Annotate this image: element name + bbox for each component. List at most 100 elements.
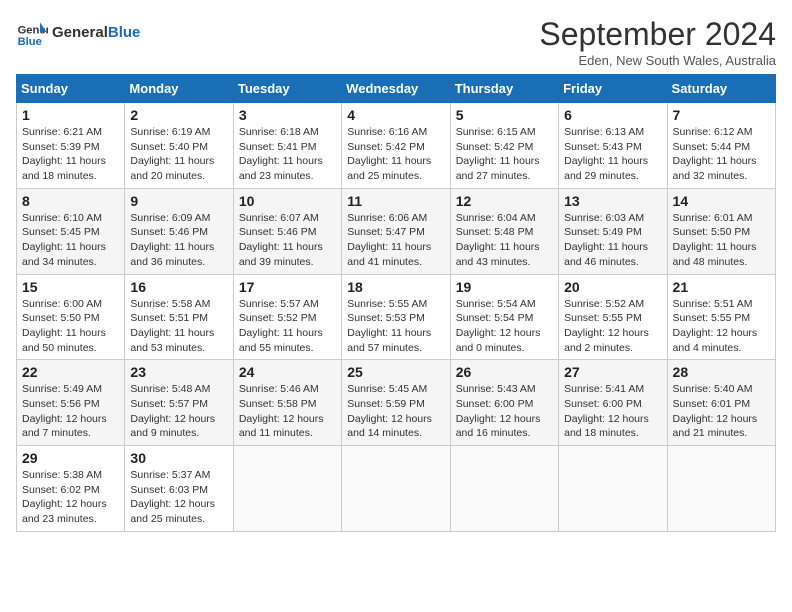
day-number: 3 [239,107,336,123]
sunset-label: Sunset: 5:41 PM [239,141,317,153]
weekday-header-saturday: Saturday [667,75,775,103]
sunset-label: Sunset: 5:46 PM [130,226,208,238]
day-info: Sunrise: 6:04 AM Sunset: 5:48 PM Dayligh… [456,211,553,270]
sunset-label: Sunset: 5:43 PM [564,141,642,153]
day-info: Sunrise: 6:00 AM Sunset: 5:50 PM Dayligh… [22,297,119,356]
sunset-label: Sunset: 5:50 PM [22,312,100,324]
day-number: 9 [130,193,227,209]
sunrise-label: Sunrise: 6:00 AM [22,298,102,310]
sunrise-label: Sunrise: 5:51 AM [673,298,753,310]
sunrise-label: Sunrise: 5:52 AM [564,298,644,310]
calendar-cell: 2 Sunrise: 6:19 AM Sunset: 5:40 PM Dayli… [125,103,233,189]
daylight-label: Daylight: 11 hours and 48 minutes. [673,241,757,268]
sunrise-label: Sunrise: 6:13 AM [564,126,644,138]
calendar-week-1: 1 Sunrise: 6:21 AM Sunset: 5:39 PM Dayli… [17,103,776,189]
calendar-cell: 17 Sunrise: 5:57 AM Sunset: 5:52 PM Dayl… [233,274,341,360]
daylight-label: Daylight: 12 hours and 11 minutes. [239,413,324,440]
day-number: 28 [673,364,770,380]
calendar-cell: 29 Sunrise: 5:38 AM Sunset: 6:02 PM Dayl… [17,446,125,532]
sunrise-label: Sunrise: 5:41 AM [564,383,644,395]
day-info: Sunrise: 5:37 AM Sunset: 6:03 PM Dayligh… [130,468,227,527]
sunset-label: Sunset: 5:46 PM [239,226,317,238]
daylight-label: Daylight: 11 hours and 18 minutes. [22,155,106,182]
day-number: 8 [22,193,119,209]
day-info: Sunrise: 6:15 AM Sunset: 5:42 PM Dayligh… [456,125,553,184]
calendar-cell: 16 Sunrise: 5:58 AM Sunset: 5:51 PM Dayl… [125,274,233,360]
sunset-label: Sunset: 5:56 PM [22,398,100,410]
weekday-header-wednesday: Wednesday [342,75,450,103]
day-info: Sunrise: 6:12 AM Sunset: 5:44 PM Dayligh… [673,125,770,184]
calendar-header: SundayMondayTuesdayWednesdayThursdayFrid… [17,75,776,103]
daylight-label: Daylight: 12 hours and 14 minutes. [347,413,432,440]
calendar-week-5: 29 Sunrise: 5:38 AM Sunset: 6:02 PM Dayl… [17,446,776,532]
calendar-cell: 20 Sunrise: 5:52 AM Sunset: 5:55 PM Dayl… [559,274,667,360]
sunrise-label: Sunrise: 6:21 AM [22,126,102,138]
daylight-label: Daylight: 12 hours and 18 minutes. [564,413,649,440]
daylight-label: Daylight: 11 hours and 23 minutes. [239,155,323,182]
sunset-label: Sunset: 5:49 PM [564,226,642,238]
day-info: Sunrise: 5:57 AM Sunset: 5:52 PM Dayligh… [239,297,336,356]
weekday-header-monday: Monday [125,75,233,103]
day-info: Sunrise: 5:52 AM Sunset: 5:55 PM Dayligh… [564,297,661,356]
daylight-label: Daylight: 11 hours and 55 minutes. [239,327,323,354]
day-number: 1 [22,107,119,123]
daylight-label: Daylight: 11 hours and 27 minutes. [456,155,540,182]
sunrise-label: Sunrise: 6:01 AM [673,212,753,224]
day-info: Sunrise: 5:46 AM Sunset: 5:58 PM Dayligh… [239,382,336,441]
calendar-cell: 18 Sunrise: 5:55 AM Sunset: 5:53 PM Dayl… [342,274,450,360]
day-info: Sunrise: 5:58 AM Sunset: 5:51 PM Dayligh… [130,297,227,356]
location: Eden, New South Wales, Australia [539,53,776,68]
sunrise-label: Sunrise: 5:37 AM [130,469,210,481]
calendar-table: SundayMondayTuesdayWednesdayThursdayFrid… [16,74,776,532]
sunset-label: Sunset: 5:39 PM [22,141,100,153]
sunrise-label: Sunrise: 6:04 AM [456,212,536,224]
sunrise-label: Sunrise: 6:03 AM [564,212,644,224]
daylight-label: Daylight: 11 hours and 53 minutes. [130,327,214,354]
calendar-cell: 6 Sunrise: 6:13 AM Sunset: 5:43 PM Dayli… [559,103,667,189]
calendar-cell: 25 Sunrise: 5:45 AM Sunset: 5:59 PM Dayl… [342,360,450,446]
daylight-label: Daylight: 11 hours and 43 minutes. [456,241,540,268]
calendar-cell [667,446,775,532]
calendar-cell: 9 Sunrise: 6:09 AM Sunset: 5:46 PM Dayli… [125,188,233,274]
day-number: 14 [673,193,770,209]
weekday-header-sunday: Sunday [17,75,125,103]
day-info: Sunrise: 6:03 AM Sunset: 5:49 PM Dayligh… [564,211,661,270]
day-info: Sunrise: 5:40 AM Sunset: 6:01 PM Dayligh… [673,382,770,441]
day-number: 29 [22,450,119,466]
calendar-week-3: 15 Sunrise: 6:00 AM Sunset: 5:50 PM Dayl… [17,274,776,360]
day-number: 4 [347,107,444,123]
sunset-label: Sunset: 5:58 PM [239,398,317,410]
sunrise-label: Sunrise: 5:55 AM [347,298,427,310]
daylight-label: Daylight: 12 hours and 2 minutes. [564,327,649,354]
sunset-label: Sunset: 5:42 PM [347,141,425,153]
logo-text: GeneralBlue [52,24,140,41]
day-number: 26 [456,364,553,380]
sunrise-label: Sunrise: 6:19 AM [130,126,210,138]
calendar-cell: 12 Sunrise: 6:04 AM Sunset: 5:48 PM Dayl… [450,188,558,274]
calendar-week-4: 22 Sunrise: 5:49 AM Sunset: 5:56 PM Dayl… [17,360,776,446]
day-info: Sunrise: 5:43 AM Sunset: 6:00 PM Dayligh… [456,382,553,441]
sunrise-label: Sunrise: 5:49 AM [22,383,102,395]
daylight-label: Daylight: 12 hours and 4 minutes. [673,327,758,354]
day-info: Sunrise: 5:38 AM Sunset: 6:02 PM Dayligh… [22,468,119,527]
day-number: 16 [130,279,227,295]
daylight-label: Daylight: 12 hours and 21 minutes. [673,413,758,440]
day-number: 17 [239,279,336,295]
calendar-cell [342,446,450,532]
month-title: September 2024 [539,16,776,53]
day-number: 22 [22,364,119,380]
sunset-label: Sunset: 5:45 PM [22,226,100,238]
logo-icon: General Blue [16,16,48,48]
sunrise-label: Sunrise: 5:43 AM [456,383,536,395]
calendar-cell: 22 Sunrise: 5:49 AM Sunset: 5:56 PM Dayl… [17,360,125,446]
day-number: 13 [564,193,661,209]
daylight-label: Daylight: 11 hours and 39 minutes. [239,241,323,268]
day-number: 15 [22,279,119,295]
sunset-label: Sunset: 6:00 PM [564,398,642,410]
day-info: Sunrise: 6:09 AM Sunset: 5:46 PM Dayligh… [130,211,227,270]
day-number: 6 [564,107,661,123]
daylight-label: Daylight: 12 hours and 9 minutes. [130,413,215,440]
sunset-label: Sunset: 6:02 PM [22,484,100,496]
calendar-cell: 5 Sunrise: 6:15 AM Sunset: 5:42 PM Dayli… [450,103,558,189]
calendar-cell [233,446,341,532]
